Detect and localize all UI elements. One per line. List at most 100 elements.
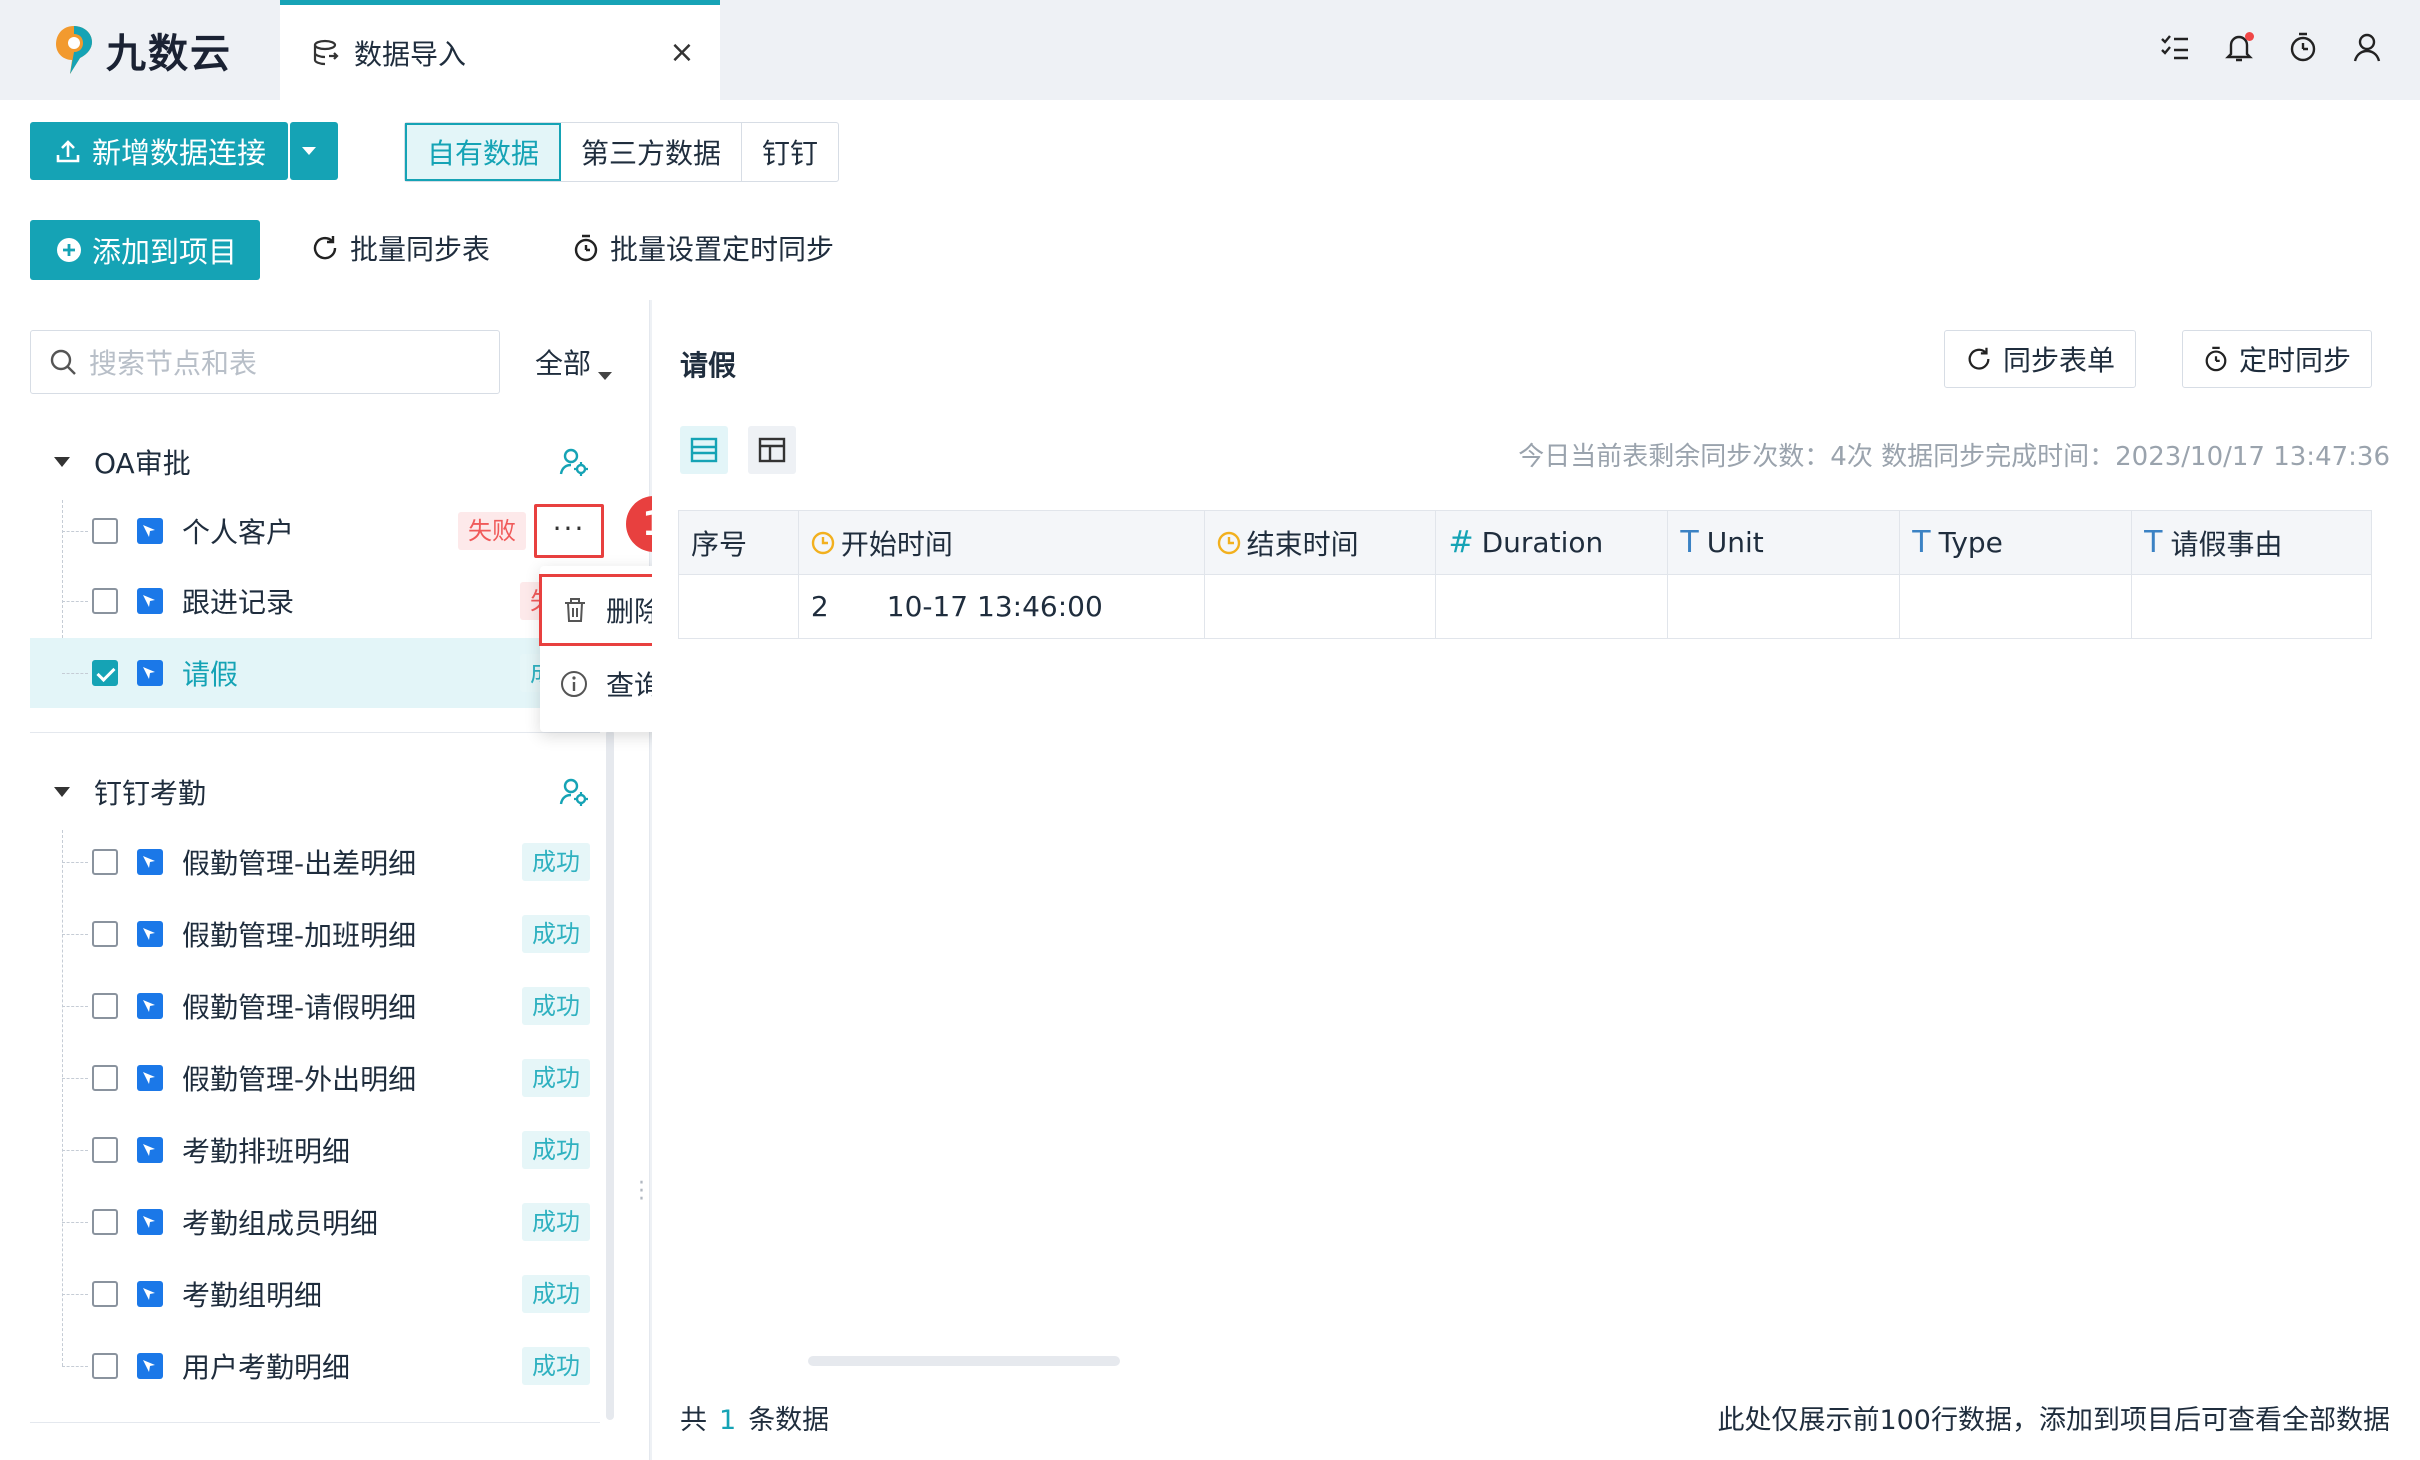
checkbox[interactable] xyxy=(92,518,118,544)
tree-item[interactable]: 考勤排班明细 成功 xyxy=(30,1115,590,1185)
table-icon xyxy=(137,1281,163,1307)
checkbox[interactable] xyxy=(92,660,118,686)
checkbox[interactable] xyxy=(92,588,118,614)
tree-connector xyxy=(62,933,88,935)
tree-item-label: 考勤组明细 xyxy=(182,1279,323,1312)
tree-item[interactable]: 假勤管理-外出明细 成功 xyxy=(30,1043,590,1113)
panel-resize-handle[interactable]: · · · xyxy=(638,1173,645,1211)
tree-item-label: 考勤组成员明细 xyxy=(182,1207,379,1240)
batch-sync-label: 批量同步表 xyxy=(350,233,491,266)
tree-item[interactable]: 考勤组明细 成功 xyxy=(30,1259,590,1329)
clock-icon xyxy=(811,531,835,554)
checkbox[interactable] xyxy=(92,1137,118,1163)
table-icon xyxy=(137,849,163,875)
tree-item[interactable]: 个人客户 失败 xyxy=(30,496,590,566)
table-cell[interactable] xyxy=(2131,574,2372,639)
search-input[interactable]: 搜索节点和表 xyxy=(30,330,500,394)
checkbox[interactable] xyxy=(92,1065,118,1091)
tree-group-oa[interactable]: OA审批 xyxy=(30,432,590,492)
tree-item[interactable]: 请假 成 xyxy=(30,638,590,708)
tree-group-dingtalk[interactable]: 钉钉考勤 xyxy=(30,762,590,822)
tab-close-button[interactable]: × xyxy=(662,33,702,73)
checkbox[interactable] xyxy=(92,1209,118,1235)
row-count-suffix: 条数据 xyxy=(748,1405,830,1436)
status-badge: 成功 xyxy=(522,987,590,1025)
bell-icon[interactable] xyxy=(2222,30,2256,64)
checkbox[interactable] xyxy=(92,921,118,947)
column-label: 结束时间 xyxy=(1246,527,1359,561)
data-view-toggle[interactable] xyxy=(680,426,728,474)
row-count: 共 1 条数据 xyxy=(680,1398,829,1437)
new-connection-button[interactable]: 新增数据连接 xyxy=(30,122,288,180)
checkbox[interactable] xyxy=(92,993,118,1019)
column-header[interactable]: 结束时间 xyxy=(1203,510,1437,575)
scheduled-sync-label: 定时同步 xyxy=(2239,344,2352,377)
table-horizontal-scrollbar[interactable] xyxy=(808,1356,1120,1366)
caret-down-icon[interactable] xyxy=(54,457,70,467)
user-settings-icon[interactable] xyxy=(558,776,590,808)
sync-form-button[interactable]: 同步表单 xyxy=(1944,330,2137,388)
add-to-project-button[interactable]: 添加到项目 xyxy=(30,220,260,280)
info-icon xyxy=(561,671,587,697)
tab-data-import[interactable]: 数据导入 × xyxy=(280,0,720,100)
filter-caret-icon[interactable] xyxy=(598,372,612,380)
tree-connector xyxy=(62,861,88,863)
column-header[interactable]: T Type xyxy=(1899,510,2133,575)
checkbox[interactable] xyxy=(92,1353,118,1379)
tree-item-label: 个人客户 xyxy=(182,516,295,549)
tree-connector xyxy=(62,530,88,532)
scheduled-sync-button[interactable]: 定时同步 xyxy=(2182,330,2373,388)
tab-dingtalk[interactable]: 钉钉 xyxy=(742,123,838,181)
group-divider xyxy=(30,732,600,733)
table-icon xyxy=(137,660,163,686)
column-header[interactable]: T 请假事由 xyxy=(2131,510,2372,575)
user-settings-icon[interactable] xyxy=(558,446,590,478)
column-label: 请假事由 xyxy=(2170,527,2283,561)
filter-select[interactable]: 全部 xyxy=(535,342,591,382)
table-row[interactable]: 2 10-17 13:46:00 xyxy=(678,574,2372,639)
new-connection-dropdown[interactable] xyxy=(290,122,338,180)
status-badge: 成功 xyxy=(522,915,590,953)
table-cell[interactable] xyxy=(1667,574,1901,639)
table-cell[interactable] xyxy=(1435,574,1669,639)
column-header[interactable]: # Duration xyxy=(1435,510,1669,575)
tree-item-label: 跟进记录 xyxy=(182,586,295,619)
caret-down-icon[interactable] xyxy=(54,787,70,797)
tree-item-label: 假勤管理-出差明细 xyxy=(182,847,417,880)
tree-item-label: 考勤排班明细 xyxy=(182,1135,351,1168)
app-logo[interactable]: 九数云 xyxy=(52,22,232,78)
clock-icon xyxy=(1217,531,1240,554)
tree-item[interactable]: 用户考勤明细 成功 xyxy=(30,1331,590,1401)
layout-view-toggle[interactable] xyxy=(748,426,796,474)
table-cell[interactable] xyxy=(1899,574,2133,639)
number-type-icon: # xyxy=(1448,525,1474,560)
user-icon[interactable] xyxy=(2350,30,2384,64)
batch-schedule-button[interactable]: 批量设置定时同步 xyxy=(572,228,834,268)
data-table: 序号 开始时间 结束时间 # Duration T Unit T Type T 请假事由… xyxy=(678,510,2372,639)
task-list-icon[interactable] xyxy=(2158,30,2192,64)
logo-text: 九数云 xyxy=(106,31,232,77)
sync-meta-text: 今日当前表剩余同步次数：4次 数据同步完成时间：2023/10/17 13:47… xyxy=(1518,442,2390,472)
tree-item[interactable]: 考勤组成员明细 成功 xyxy=(30,1187,590,1257)
table-cell[interactable]: 2 10-17 13:46:00 xyxy=(797,574,1205,639)
sidebar-scrollbar[interactable] xyxy=(606,730,614,1420)
tree-item[interactable]: 假勤管理-加班明细 成功 xyxy=(30,899,590,969)
tab-third-party-data[interactable]: 第三方数据 xyxy=(561,123,743,181)
toolbar: 新增数据连接 自有数据 第三方数据 钉钉 添加到项目 批量同步表 批量设置定时同… xyxy=(0,100,2420,300)
tree-item[interactable]: 跟进记录 失 xyxy=(30,566,590,636)
tree-item[interactable]: 假勤管理-请假明细 成功 xyxy=(30,971,590,1041)
more-options-button[interactable]: ··· xyxy=(534,504,604,558)
timer-icon[interactable] xyxy=(2286,30,2320,64)
top-bar: 九数云 数据导入 × xyxy=(0,0,2420,100)
table-cell[interactable] xyxy=(678,574,799,639)
checkbox[interactable] xyxy=(92,1281,118,1307)
table-cell[interactable] xyxy=(1203,574,1437,639)
checkbox[interactable] xyxy=(92,849,118,875)
column-header[interactable]: T Unit xyxy=(1667,510,1901,575)
tree-item[interactable]: 假勤管理-出差明细 成功 xyxy=(30,827,590,897)
batch-sync-button[interactable]: 批量同步表 xyxy=(310,228,490,268)
table-header-row: 序号 开始时间 结束时间 # Duration T Unit T Type T 请假事由 xyxy=(678,510,2372,575)
tab-own-data[interactable]: 自有数据 xyxy=(405,123,562,181)
column-header[interactable]: 序号 xyxy=(678,510,799,575)
column-header[interactable]: 开始时间 xyxy=(797,510,1205,575)
